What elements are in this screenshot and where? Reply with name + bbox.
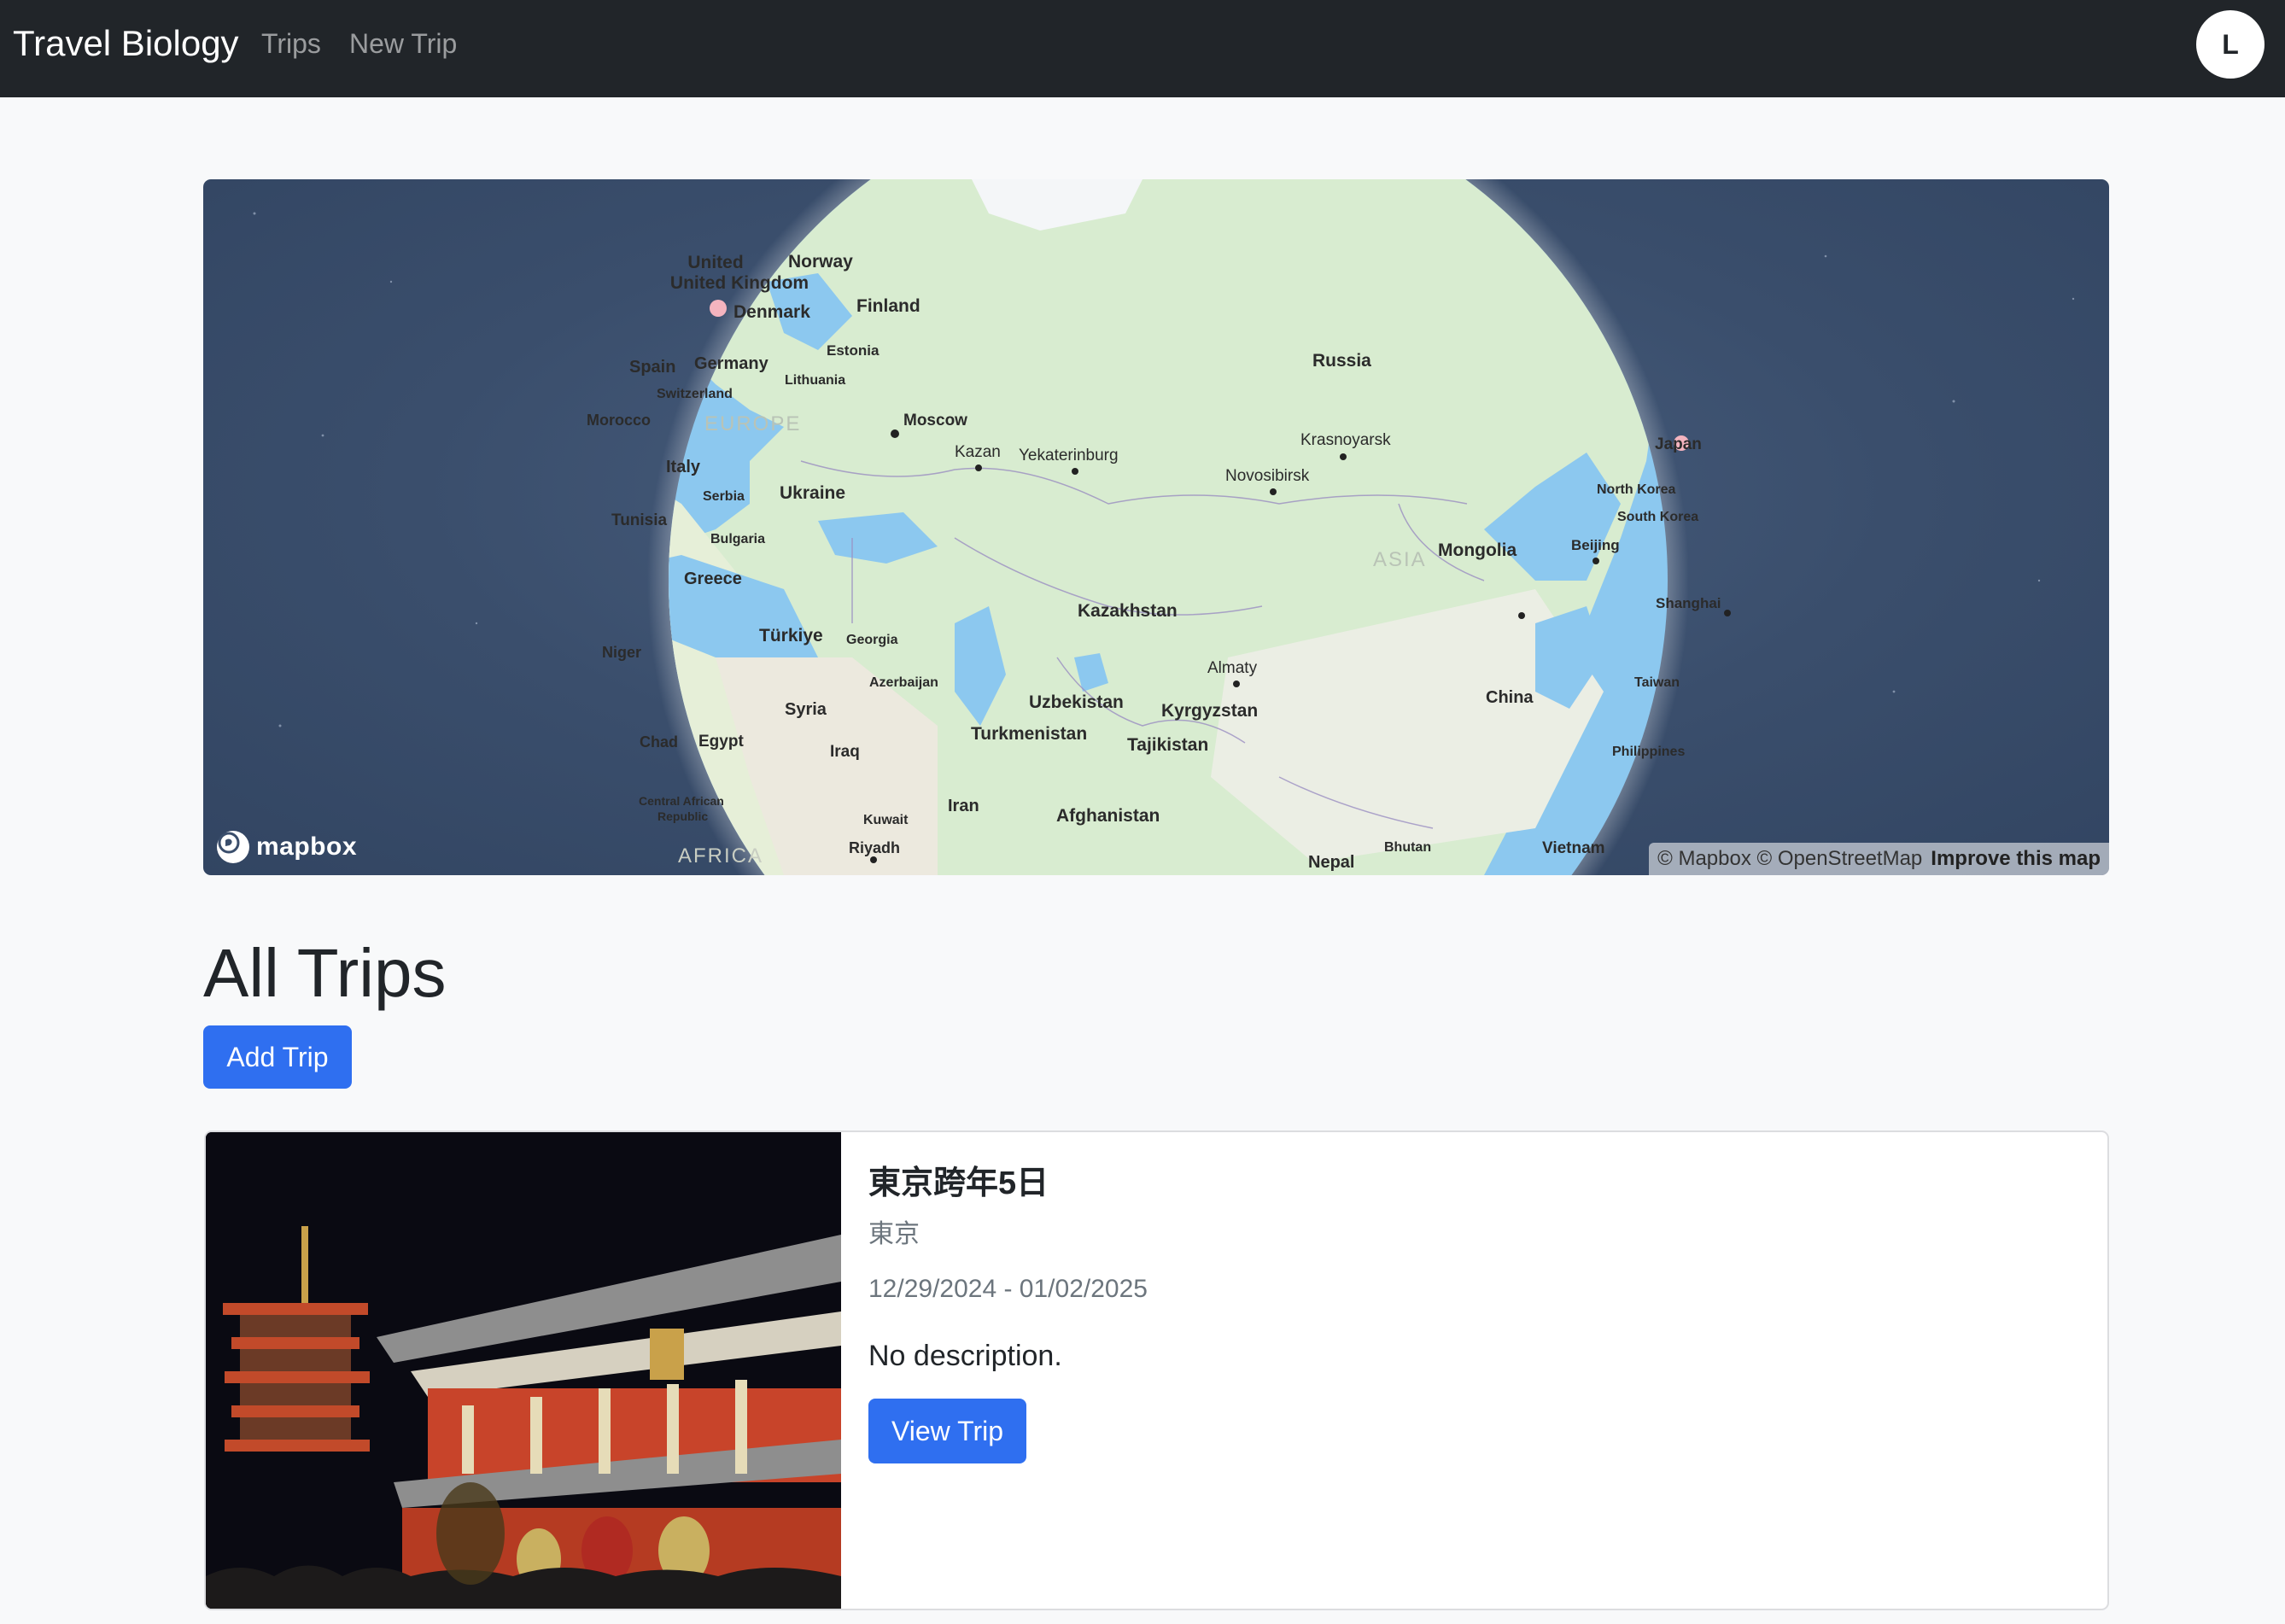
map-label-europe: EUROPE [704, 412, 801, 435]
map-label-egypt: Egypt [698, 733, 744, 751]
trip-description: No description. [868, 1340, 1062, 1372]
map-label-iran: Iran [948, 797, 979, 815]
map-label-bhutan: Bhutan [1384, 840, 1431, 855]
trip-card: 東京跨年5日 東京 12/29/2024 - 01/02/2025 No des… [204, 1130, 2109, 1610]
nav-link-new-trip[interactable]: New Trip [349, 24, 457, 63]
map-label-kazakhstan: Kazakhstan [1078, 601, 1178, 621]
map-label-ukraine: Ukraine [780, 483, 845, 503]
map-label-yekaterinburg: Yekaterinburg [1019, 447, 1119, 464]
map-label-kuwait: Kuwait [863, 813, 909, 827]
map-label-turkiye: Türkiye [759, 626, 823, 646]
map-label-moscow: Moscow [903, 412, 967, 429]
map-label-kyrgyzstan: Kyrgyzstan [1161, 701, 1258, 721]
map-label-almaty: Almaty [1207, 659, 1258, 677]
trip-location: 東京 [868, 1220, 920, 1248]
trip-title: 東京跨年5日 [868, 1165, 1049, 1201]
map-attribution: © Mapbox © OpenStreetMap Improve this ma… [1649, 843, 2109, 875]
map-label-morocco: Morocco [587, 412, 651, 429]
map-label-kazan: Kazan [955, 443, 1001, 461]
map-label-greece: Greece [684, 570, 742, 588]
trip-cover-image[interactable] [206, 1132, 841, 1609]
map-label-tajikistan: Tajikistan [1127, 735, 1208, 755]
map-label-nepal: Nepal [1308, 853, 1354, 872]
attribution-text[interactable]: © Mapbox © OpenStreetMap [1657, 847, 1922, 871]
map-label-shanghai: Shanghai [1656, 595, 1721, 611]
mapbox-logo-text: mapbox [256, 832, 358, 861]
map-label-krasnoyarsk: Krasnoyarsk [1300, 431, 1391, 449]
map-label-philippines: Philippines [1612, 745, 1685, 759]
trip-dates: 12/29/2024 - 01/02/2025 [868, 1275, 1148, 1303]
map-label-spain: Spain [629, 358, 675, 377]
map-label-germany: Germany [694, 354, 769, 373]
mapbox-logo[interactable]: mapbox [217, 831, 357, 863]
map-label-norway: Norway [788, 252, 853, 272]
map-label-africa: AFRICA [678, 844, 763, 867]
map-label-taiwan: Taiwan [1634, 675, 1680, 690]
map-label-mongolia: Mongolia [1438, 540, 1517, 560]
map-label-italy: Italy [666, 458, 701, 476]
improve-map-link[interactable]: Improve this map [1931, 847, 2101, 871]
map-label-novosibirsk: Novosibirsk [1225, 467, 1310, 485]
trip-marker-uk[interactable] [710, 300, 727, 317]
map-label-iraq: Iraq [830, 743, 860, 761]
map-label-japan: Japan [1655, 435, 1702, 453]
map-label-niger: Niger [602, 644, 641, 661]
map-label-denmark: Denmark [733, 302, 810, 322]
map-label-vietnam: Vietnam [1542, 839, 1605, 857]
map-label-chad: Chad [640, 733, 678, 751]
trips-map[interactable]: United United Kingdom Norway Denmark Finl… [203, 179, 2109, 875]
map-label-russia: Russia [1312, 351, 1371, 371]
brand-link[interactable]: Travel Biology [13, 20, 239, 67]
nav-link-trips[interactable]: Trips [261, 24, 321, 63]
user-avatar[interactable]: L [2196, 10, 2265, 79]
add-trip-button[interactable]: Add Trip [203, 1025, 352, 1089]
map-label-switzerland: Switzerland [657, 387, 733, 401]
map-label-bulgaria: Bulgaria [710, 532, 765, 546]
map-label-finland: Finland [856, 296, 920, 316]
map-label-riyadh: Riyadh [849, 839, 900, 856]
view-trip-button[interactable]: View Trip [868, 1399, 1026, 1463]
mapbox-icon [217, 831, 249, 863]
temple-photo [206, 1132, 841, 1609]
map-label-north-korea: North Korea [1597, 482, 1676, 497]
map-label-afghanistan: Afghanistan [1056, 806, 1160, 826]
map-label-estonia: Estonia [827, 342, 880, 359]
map-label-georgia: Georgia [846, 633, 898, 647]
top-navbar: Travel Biology Trips New Trip L [0, 0, 2285, 97]
map-label-turkmenistan: Turkmenistan [971, 724, 1087, 744]
map-label-beijing: Beijing [1571, 537, 1620, 553]
map-label-syria: Syria [785, 700, 827, 719]
map-label-tunisia: Tunisia [611, 511, 668, 529]
map-label-asia: ASIA [1373, 548, 1427, 571]
map-label-serbia: Serbia [703, 489, 745, 504]
map-label-azerbaijan: Azerbaijan [869, 675, 938, 690]
map-label-lithuania: Lithuania [785, 373, 845, 388]
map-label-south-korea: South Korea [1617, 510, 1698, 524]
map-label-china: China [1486, 688, 1534, 707]
map-label-uzbekistan: Uzbekistan [1029, 692, 1124, 712]
map-globe: United United Kingdom Norway Denmark Finl… [253, 179, 2075, 875]
page-title: All Trips [203, 935, 447, 1011]
